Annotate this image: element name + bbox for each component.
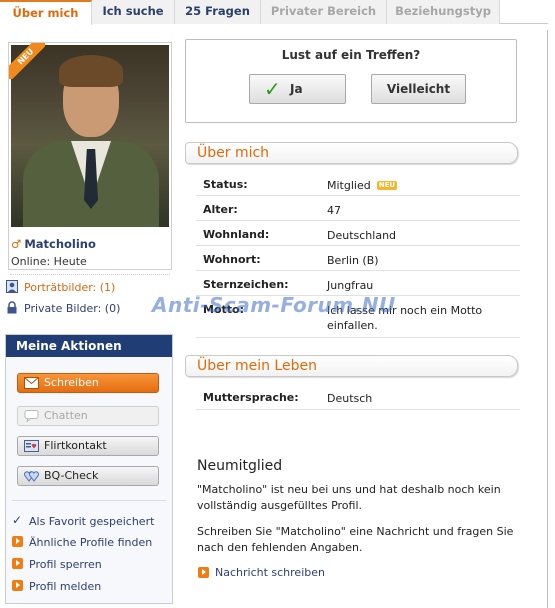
write-message-link[interactable]: Nachricht schreiben [198,566,325,579]
chat-button[interactable]: Chatten [17,406,159,426]
row-label: Status: [203,178,248,191]
row-value: Mitglied NEU [327,178,512,193]
private-pictures-label: Private Bilder: (0) [24,302,121,315]
profile-photo-frame: NEU [8,42,172,270]
arrow-right-icon [12,536,23,547]
write-button[interactable]: Schreiben [17,373,159,393]
my-actions-panel: Meine Aktionen Schreiben Chatten Flirtko… [5,334,173,604]
my-actions-title: Meine Aktionen [6,335,172,357]
maybe-button[interactable]: Vielleicht [371,74,466,104]
write-button-label: Schreiben [44,376,99,389]
status-value: Mitglied [327,179,371,192]
flirt-contact-label: Flirtkontakt [44,439,107,452]
checkmark-icon: ✓ [12,513,23,527]
about-my-life-header: Über mein Leben [185,355,518,377]
flirt-contact-button[interactable]: Flirtkontakt [17,436,159,456]
portrait-pictures-label: Porträtbilder: (1) [24,281,116,294]
new-member-hint: Schreiben Sie "Matcholino" eine Nachrich… [197,525,514,554]
green-check-icon: ✓ [264,77,281,101]
row-value: Deutschland [327,229,397,242]
info-row-status: Status: Mitglied NEU [196,171,520,196]
tab-ueber-mich[interactable]: Über mich [0,0,92,25]
tab-ich-suche[interactable]: Ich suche [92,0,175,24]
block-profile-link[interactable]: Profil sperren [12,558,102,571]
row-value: 47 [327,204,341,217]
profile-tabs: Über mich Ich suche 25 Fragen Privater B… [0,0,548,25]
row-value: Jungfrau [327,279,374,292]
tab-25-fragen[interactable]: 25 Fragen [175,0,261,24]
envelope-icon [24,377,39,389]
arrow-right-icon [12,580,23,591]
bq-check-button[interactable]: BQ-Check [17,466,159,486]
row-label: Wohnland: [203,228,270,241]
new-member-text: "Matcholino" ist neu bei uns und hat des… [197,483,501,512]
left-divider [10,274,170,275]
row-label: Muttersprache: [203,391,299,404]
content-border [547,30,548,608]
new-corner-badge: NEU [9,43,45,79]
username-label: Matcholino [24,237,96,251]
portrait-pictures-link[interactable]: Porträtbilder: (1) [6,280,116,294]
tab-privater-bereich[interactable]: Privater Bereich [261,0,387,24]
arrow-right-icon [12,558,23,569]
portrait-icon [6,280,18,293]
report-profile-label: Profil melden [29,580,102,593]
write-message-label: Nachricht schreiben [215,566,325,579]
private-pictures-link[interactable]: Private Bilder: (0) [7,301,121,315]
report-profile-link[interactable]: Profil melden [12,580,102,593]
new-badge-label: NEU [9,43,45,79]
block-profile-label: Profil sperren [29,558,102,571]
row-label: Alter: [203,203,238,216]
meeting-question: Lust auf ein Treffen? [281,48,421,62]
yes-button-label: Ja [290,82,303,96]
similar-profiles-label: Ähnliche Profile finden [29,536,153,549]
info-row-city: Wohnort: Berlin (B) [196,246,520,271]
new-member-title: Neumitglied [197,458,283,474]
photo-hair [59,55,123,87]
yes-button[interactable]: ✓ Ja [249,74,346,104]
profile-username[interactable]: ♂ Matcholino [11,237,96,251]
chat-button-label: Chatten [44,409,88,422]
chat-bubble-icon [24,410,39,422]
meeting-box: Lust auf ein Treffen? ✓ Ja Vielleicht [185,39,517,123]
row-value: Deutsch [327,392,373,405]
online-status: Online: Heute [11,255,87,268]
watermark: Anti-Scam-Forum.NU [152,293,396,317]
info-row-native-language: Muttersprache: Deutsch [196,384,520,410]
new-badge: NEU [376,181,398,190]
tab-beziehungstyp[interactable]: Beziehungstyp [387,0,500,24]
flirt-card-icon [24,440,39,452]
info-row-country: Wohnland: Deutschland [196,221,520,246]
bq-check-label: BQ-Check [44,469,99,482]
lock-icon [7,301,17,314]
row-label: Wohnort: [203,253,261,266]
row-value: Berlin (B) [327,254,379,267]
similar-profiles-link[interactable]: Ähnliche Profile finden [12,536,153,549]
row-label: Sternzeichen: [203,278,289,291]
favorite-saved-label: Als Favorit gespeichert [29,515,155,528]
info-row-age: Alter: 47 [196,196,520,221]
favorite-saved-link[interactable]: ✓ Als Favorit gespeichert [12,514,155,528]
maybe-button-label: Vielleicht [386,82,451,96]
actions-divider [12,500,166,501]
male-icon: ♂ [11,237,22,251]
arrow-right-icon [198,567,209,578]
about-me-header: Über mich [185,142,518,164]
hearts-icon [24,471,39,482]
